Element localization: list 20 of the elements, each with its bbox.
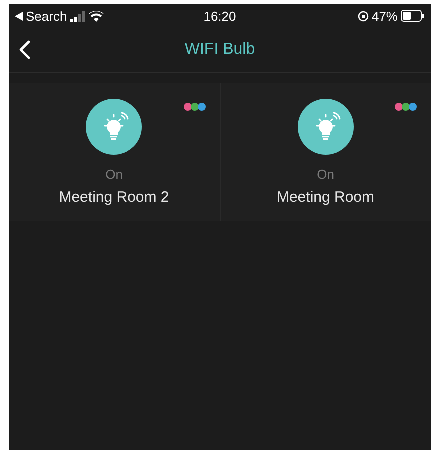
bulb-icon — [86, 99, 142, 155]
page-title: WIFI Bulb — [184, 41, 256, 59]
back-arrow-icon[interactable] — [15, 12, 23, 20]
device-status: On — [106, 167, 123, 182]
wifi-icon — [89, 10, 104, 22]
battery-icon — [401, 10, 425, 22]
device-status: On — [317, 167, 334, 182]
back-link[interactable]: Search — [26, 8, 68, 24]
color-dots-icon — [184, 103, 206, 111]
color-dots-icon — [395, 103, 417, 111]
rotation-lock-icon — [358, 10, 369, 22]
device-name: Meeting Room 2 — [59, 189, 170, 206]
back-chevron-icon — [19, 40, 31, 60]
bulb-icon — [298, 99, 354, 155]
device-card[interactable]: On Meeting Room 2 — [9, 83, 220, 221]
device-name: Meeting Room — [276, 189, 375, 206]
battery-percent: 47% — [372, 8, 398, 24]
clock-time: 16:20 — [204, 8, 236, 24]
device-card[interactable]: On Meeting Room — [220, 83, 431, 221]
signal-icon — [70, 10, 86, 22]
